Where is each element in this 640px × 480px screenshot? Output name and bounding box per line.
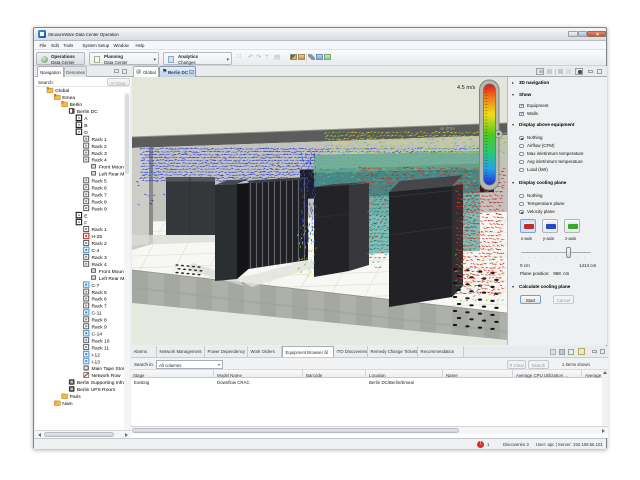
svg-text:Network Row: Network Row xyxy=(92,373,122,379)
svg-text:Rack 3: Rack 3 xyxy=(92,255,108,261)
svg-text:Rack 10: Rack 10 xyxy=(92,338,110,344)
svg-text:Rack 2: Rack 2 xyxy=(92,241,108,247)
svg-text:Rack 1: Rack 1 xyxy=(92,137,108,143)
svg-text:C-14: C-14 xyxy=(92,331,103,337)
svg-text:Rack 7: Rack 7 xyxy=(92,304,108,310)
svg-text:Rack 5: Rack 5 xyxy=(92,179,108,185)
svg-text:Berlin UPS Room: Berlin UPS Room xyxy=(77,387,115,393)
svg-text:Paris: Paris xyxy=(70,394,82,400)
svg-text:Rack 8: Rack 8 xyxy=(92,199,108,205)
svg-text:A: A xyxy=(84,116,88,122)
svg-text:⊕ time: ⊕ time xyxy=(440,126,455,132)
svg-text:Berlin Supporting Infrastru: Berlin Supporting Infrastru xyxy=(77,380,130,386)
svg-text:Rack 4: Rack 4 xyxy=(92,262,108,268)
svg-text:Emea: Emea xyxy=(62,95,75,101)
svg-text:Berlin DC: Berlin DC xyxy=(77,109,98,115)
svg-text:Rack 3: Rack 3 xyxy=(92,151,108,157)
svg-text:Rack 9: Rack 9 xyxy=(92,206,108,212)
svg-text:Rack 9: Rack 9 xyxy=(92,325,108,331)
svg-text:I-12: I-12 xyxy=(92,352,101,358)
svg-text:Rack 1: Rack 1 xyxy=(92,227,108,233)
svg-text:I-13: I-13 xyxy=(92,359,101,365)
svg-text:F: F xyxy=(84,220,87,226)
svg-text:Berlin: Berlin xyxy=(70,102,83,108)
svg-text:B: B xyxy=(84,123,87,129)
svg-text:4.5 m/s: 4.5 m/s xyxy=(457,85,476,91)
svg-text:E: E xyxy=(84,213,88,219)
svg-text:C-7: C-7 xyxy=(92,283,100,289)
svg-text:Rack 5: Rack 5 xyxy=(92,290,108,296)
svg-text:Nam: Nam xyxy=(62,401,72,407)
svg-text:Rack 11: Rack 11 xyxy=(92,345,110,351)
svg-text:Global: Global xyxy=(55,88,69,94)
svg-text:Rack 6: Rack 6 xyxy=(92,186,108,192)
svg-text:D: D xyxy=(84,130,88,136)
svg-text:Rack 4: Rack 4 xyxy=(92,158,108,164)
svg-text:Rack 8: Rack 8 xyxy=(92,318,108,324)
svg-text:C-4: C-4 xyxy=(92,248,100,254)
svg-text:Rack 7: Rack 7 xyxy=(92,192,108,198)
svg-text:Rack 2: Rack 2 xyxy=(92,144,108,150)
svg-text:Rack 6: Rack 6 xyxy=(92,297,108,303)
svg-text:H-25: H-25 xyxy=(92,234,103,240)
svg-text:C-11: C-11 xyxy=(92,311,103,317)
